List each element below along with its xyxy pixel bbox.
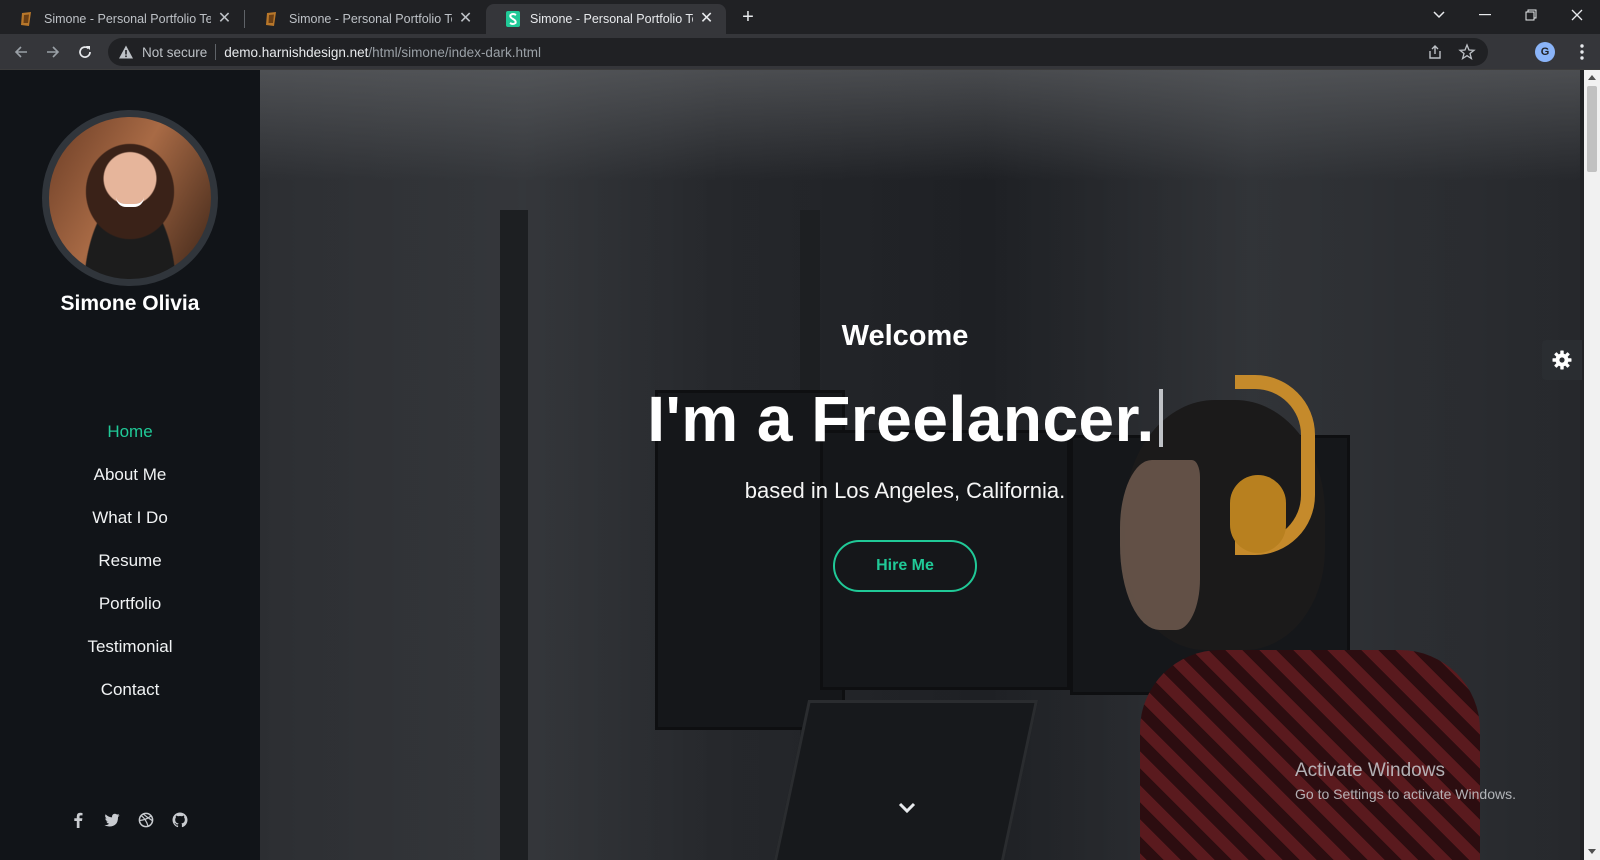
activate-windows-title: Activate Windows xyxy=(1295,760,1445,781)
profile-name: Simone Olivia xyxy=(60,292,200,315)
window-blind xyxy=(260,70,1580,180)
new-tab-button[interactable]: + xyxy=(736,6,760,30)
simone-orange-favicon xyxy=(21,12,31,26)
hire-me-button[interactable]: Hire Me xyxy=(833,540,977,592)
profile-avatar[interactable]: G xyxy=(1535,42,1555,62)
hero-headline-text: I'm a Freelancer. xyxy=(647,383,1155,455)
close-icon xyxy=(1571,9,1583,21)
warning-icon xyxy=(119,45,133,59)
sidebar: Simone Olivia Home About Me What I Do Re… xyxy=(0,70,260,860)
hero-welcome: Welcome xyxy=(841,320,969,352)
page-scrollbar[interactable] xyxy=(1584,70,1600,860)
arrow-left-icon xyxy=(14,46,27,58)
minimize-icon xyxy=(1479,14,1491,16)
forward-button[interactable] xyxy=(40,39,66,65)
hero-location: based in Los Angeles, California. xyxy=(744,478,1066,503)
facebook-icon[interactable] xyxy=(68,810,88,830)
tab-title: Simone - Personal Portfolio Temp xyxy=(530,12,693,26)
nav-item-portfolio[interactable]: Portfolio xyxy=(0,592,260,635)
scroll-down-chevron-icon[interactable] xyxy=(895,800,919,816)
nav-item-home[interactable]: Home xyxy=(0,420,260,463)
scroll-down-arrow-icon[interactable] xyxy=(1588,849,1596,854)
nav-item-contact[interactable]: Contact xyxy=(0,678,260,721)
tab-1[interactable]: Simone - Personal Portfolio Temp ✕ xyxy=(0,4,244,34)
reload-icon xyxy=(79,46,91,58)
scrollbar-thumb[interactable] xyxy=(1587,86,1597,172)
activate-windows-subtitle: Go to Settings to activate Windows. xyxy=(1295,786,1516,802)
kebab-menu-icon[interactable] xyxy=(1572,42,1592,62)
profile-photo xyxy=(42,110,218,286)
minimize-button[interactable] xyxy=(1462,0,1508,30)
close-window-button[interactable] xyxy=(1554,0,1600,30)
laptop xyxy=(771,700,1039,860)
style-switcher-button[interactable] xyxy=(1542,340,1582,380)
url-path: /html/simone/index-dark.html xyxy=(368,44,541,60)
gear-icon xyxy=(1552,350,1572,370)
nav-item-what-i-do[interactable]: What I Do xyxy=(0,506,260,549)
share-icon[interactable] xyxy=(1426,43,1444,61)
reload-button[interactable] xyxy=(72,39,98,65)
simone-orange-favicon xyxy=(266,12,276,26)
browser-toolbar: Not secure demo.harnishdesign.net/html/s… xyxy=(0,34,1600,70)
tab-strip: Simone - Personal Portfolio Temp ✕ Simon… xyxy=(0,0,1600,34)
address-divider xyxy=(215,44,217,60)
url-host: demo.harnishdesign.net xyxy=(224,44,369,60)
tab-close-icon[interactable]: ✕ xyxy=(699,11,714,27)
tab-search-button[interactable] xyxy=(1416,0,1462,30)
tab-close-icon[interactable]: ✕ xyxy=(458,11,473,27)
tab-title: Simone - Personal Portfolio Temp xyxy=(44,12,211,26)
profile-photo-smile xyxy=(116,197,144,207)
address-bar[interactable]: Not secure demo.harnishdesign.net/html/s… xyxy=(108,38,1488,66)
github-icon[interactable] xyxy=(170,810,190,830)
nav-item-resume[interactable]: Resume xyxy=(0,549,260,592)
tab-close-icon[interactable]: ✕ xyxy=(217,11,232,27)
nav-item-testimonial[interactable]: Testimonial xyxy=(0,635,260,678)
hero-content: Welcome I'm a Freelancer. based in Los A… xyxy=(260,320,1580,592)
chevron-down-icon xyxy=(1433,11,1445,19)
activate-windows-watermark: Activate Windows Go to Settings to activ… xyxy=(1295,760,1516,802)
social-links xyxy=(68,810,190,830)
hero-headline: I'm a Freelancer. xyxy=(230,382,1580,456)
back-button[interactable] xyxy=(8,39,34,65)
tab-title: Simone - Personal Portfolio Temp xyxy=(289,12,452,26)
web-page: Simone Olivia Home About Me What I Do Re… xyxy=(0,70,1600,860)
tab-3-active[interactable]: Simone - Personal Portfolio Temp ✕ xyxy=(486,4,726,34)
arrow-right-icon xyxy=(47,46,60,58)
twitter-icon[interactable] xyxy=(102,810,122,830)
scroll-up-arrow-icon[interactable] xyxy=(1588,75,1596,80)
simone-green-s-favicon xyxy=(506,11,520,27)
person-shirt xyxy=(1140,650,1480,860)
bookmark-star-icon[interactable] xyxy=(1458,43,1476,61)
nav-item-about-me[interactable]: About Me xyxy=(0,463,260,506)
typing-caret xyxy=(1158,389,1163,447)
sidebar-nav: Home About Me What I Do Resume Portfolio… xyxy=(0,420,260,721)
restore-icon xyxy=(1525,9,1537,21)
security-label[interactable]: Not secure xyxy=(142,45,207,60)
dribbble-icon[interactable] xyxy=(136,810,156,830)
tab-2[interactable]: Simone - Personal Portfolio Temp ✕ xyxy=(245,4,485,34)
restore-button[interactable] xyxy=(1508,0,1554,30)
